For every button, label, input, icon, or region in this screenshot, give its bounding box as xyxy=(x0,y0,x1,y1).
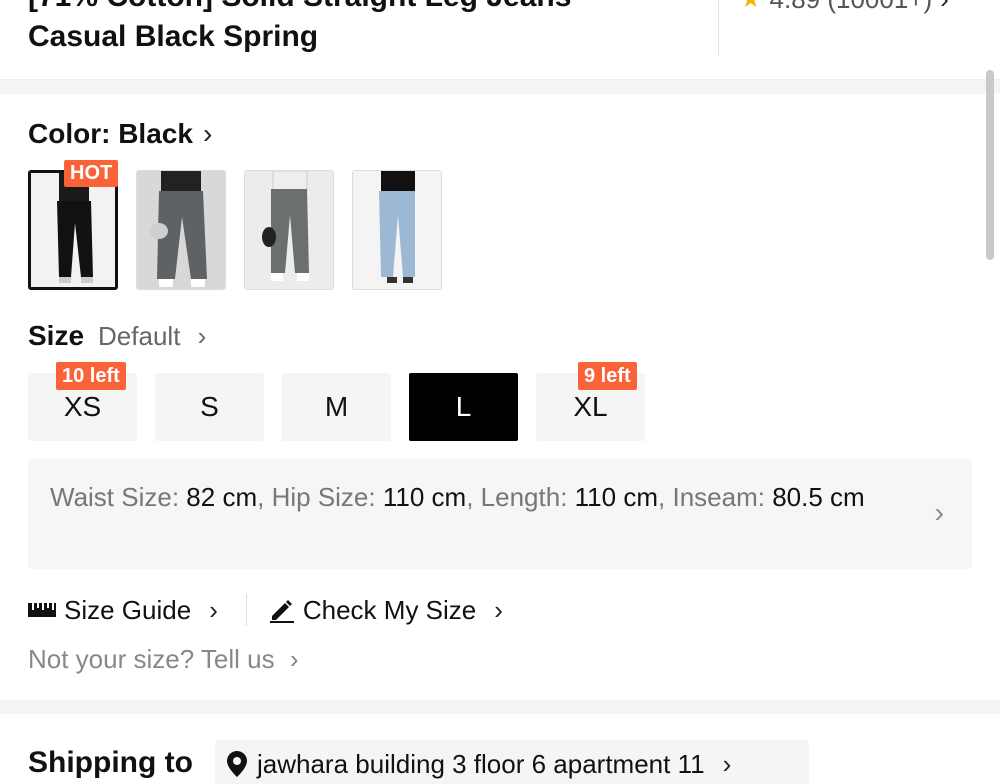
product-title-line-1: [71% Cotton] Solid Straight Leg Jeans xyxy=(28,0,571,14)
chevron-right-icon: › xyxy=(289,644,299,674)
color-swatch-light-blue[interactable] xyxy=(352,170,442,290)
size-option-l[interactable]: L xyxy=(409,373,518,441)
chevron-right-icon: › xyxy=(209,594,218,625)
size-default-label: Default › xyxy=(98,321,206,352)
black-jeans-image xyxy=(31,173,115,287)
color-label: Color: Black xyxy=(28,118,193,149)
inseam-label: Inseam: xyxy=(672,482,765,512)
rating-link[interactable]: ★ 4.89 (10001+) › xyxy=(740,0,949,15)
chevron-right-icon: › xyxy=(197,320,207,351)
color-swatch-grey-wash[interactable] xyxy=(136,170,226,290)
waist-label: Waist Size: xyxy=(50,482,180,512)
product-detail-page: [71% Cotton] Solid Straight Leg Jeans Ca… xyxy=(0,0,1000,784)
scrollbar[interactable] xyxy=(986,70,994,260)
length-label: Length: xyxy=(480,482,568,512)
stock-badge-xl: 9 left xyxy=(578,362,637,390)
size-selector-header[interactable]: Size Default › xyxy=(28,320,206,352)
size-measurements-panel[interactable]: Waist Size: 82 cm, Hip Size: 110 cm, Len… xyxy=(28,459,972,569)
product-title-line-2: Casual Black Spring xyxy=(28,20,319,53)
hot-badge: HOT xyxy=(64,160,119,187)
color-swatches xyxy=(28,170,442,290)
length-value: 110 cm xyxy=(574,482,658,512)
color-swatch-grey[interactable] xyxy=(244,170,334,290)
grey-jeans-image xyxy=(245,171,333,289)
product-title-section: [71% Cotton] Solid Straight Leg Jeans Ca… xyxy=(0,0,1000,80)
chevron-right-icon: › xyxy=(722,748,732,779)
rating-text: 4.89 (10001+) xyxy=(770,0,933,15)
size-title: Size xyxy=(28,320,85,351)
size-option-m[interactable]: M xyxy=(282,373,391,441)
measurements-text: Waist Size: 82 cm, Hip Size: 110 cm, Len… xyxy=(50,482,865,512)
ruler-icon xyxy=(28,603,56,617)
section-divider xyxy=(0,700,1000,714)
pencil-icon xyxy=(269,600,294,623)
chevron-right-icon: › xyxy=(494,594,503,625)
inseam-value: 80.5 cm xyxy=(772,482,865,512)
hip-value: 110 cm xyxy=(382,482,467,512)
size-subtitle: Default xyxy=(98,320,181,351)
shipping-address-selector[interactable]: jawhara building 3 floor 6 apartment 11 … xyxy=(215,740,809,784)
stock-badge-xs: 10 left xyxy=(56,362,126,390)
chevron-right-icon: › xyxy=(934,497,944,528)
shipping-title: Shipping to xyxy=(28,746,193,779)
check-my-size-link[interactable]: Check My Size › xyxy=(269,595,503,626)
shipping-address: jawhara building 3 floor 6 apartment 11 xyxy=(257,748,705,779)
chevron-right-icon: › xyxy=(940,0,949,15)
check-size-label: Check My Size xyxy=(302,594,477,625)
color-selector-header[interactable]: Color: Black › xyxy=(28,118,212,150)
size-option-s[interactable]: S xyxy=(155,373,264,441)
size-guide-link[interactable]: Size Guide › xyxy=(28,595,218,626)
color-swatch-black[interactable] xyxy=(28,170,118,290)
size-guide-label: Size Guide xyxy=(64,594,192,625)
light-blue-jeans-image xyxy=(353,171,441,289)
star-icon: ★ xyxy=(740,0,762,14)
not-your-size-label: Not your size? Tell us xyxy=(28,644,275,674)
not-your-size-link[interactable]: Not your size? Tell us › xyxy=(28,644,299,675)
size-tools-row: Size Guide › Check My Size › xyxy=(28,592,503,628)
grey-wash-jeans-image xyxy=(137,171,225,289)
hip-label: Hip Size: xyxy=(271,482,376,512)
chevron-right-icon: › xyxy=(202,118,213,149)
title-divider xyxy=(718,0,719,56)
location-pin-icon xyxy=(227,751,247,777)
section-divider xyxy=(0,80,1000,94)
divider xyxy=(245,594,247,626)
waist-value: 82 cm xyxy=(186,482,258,512)
